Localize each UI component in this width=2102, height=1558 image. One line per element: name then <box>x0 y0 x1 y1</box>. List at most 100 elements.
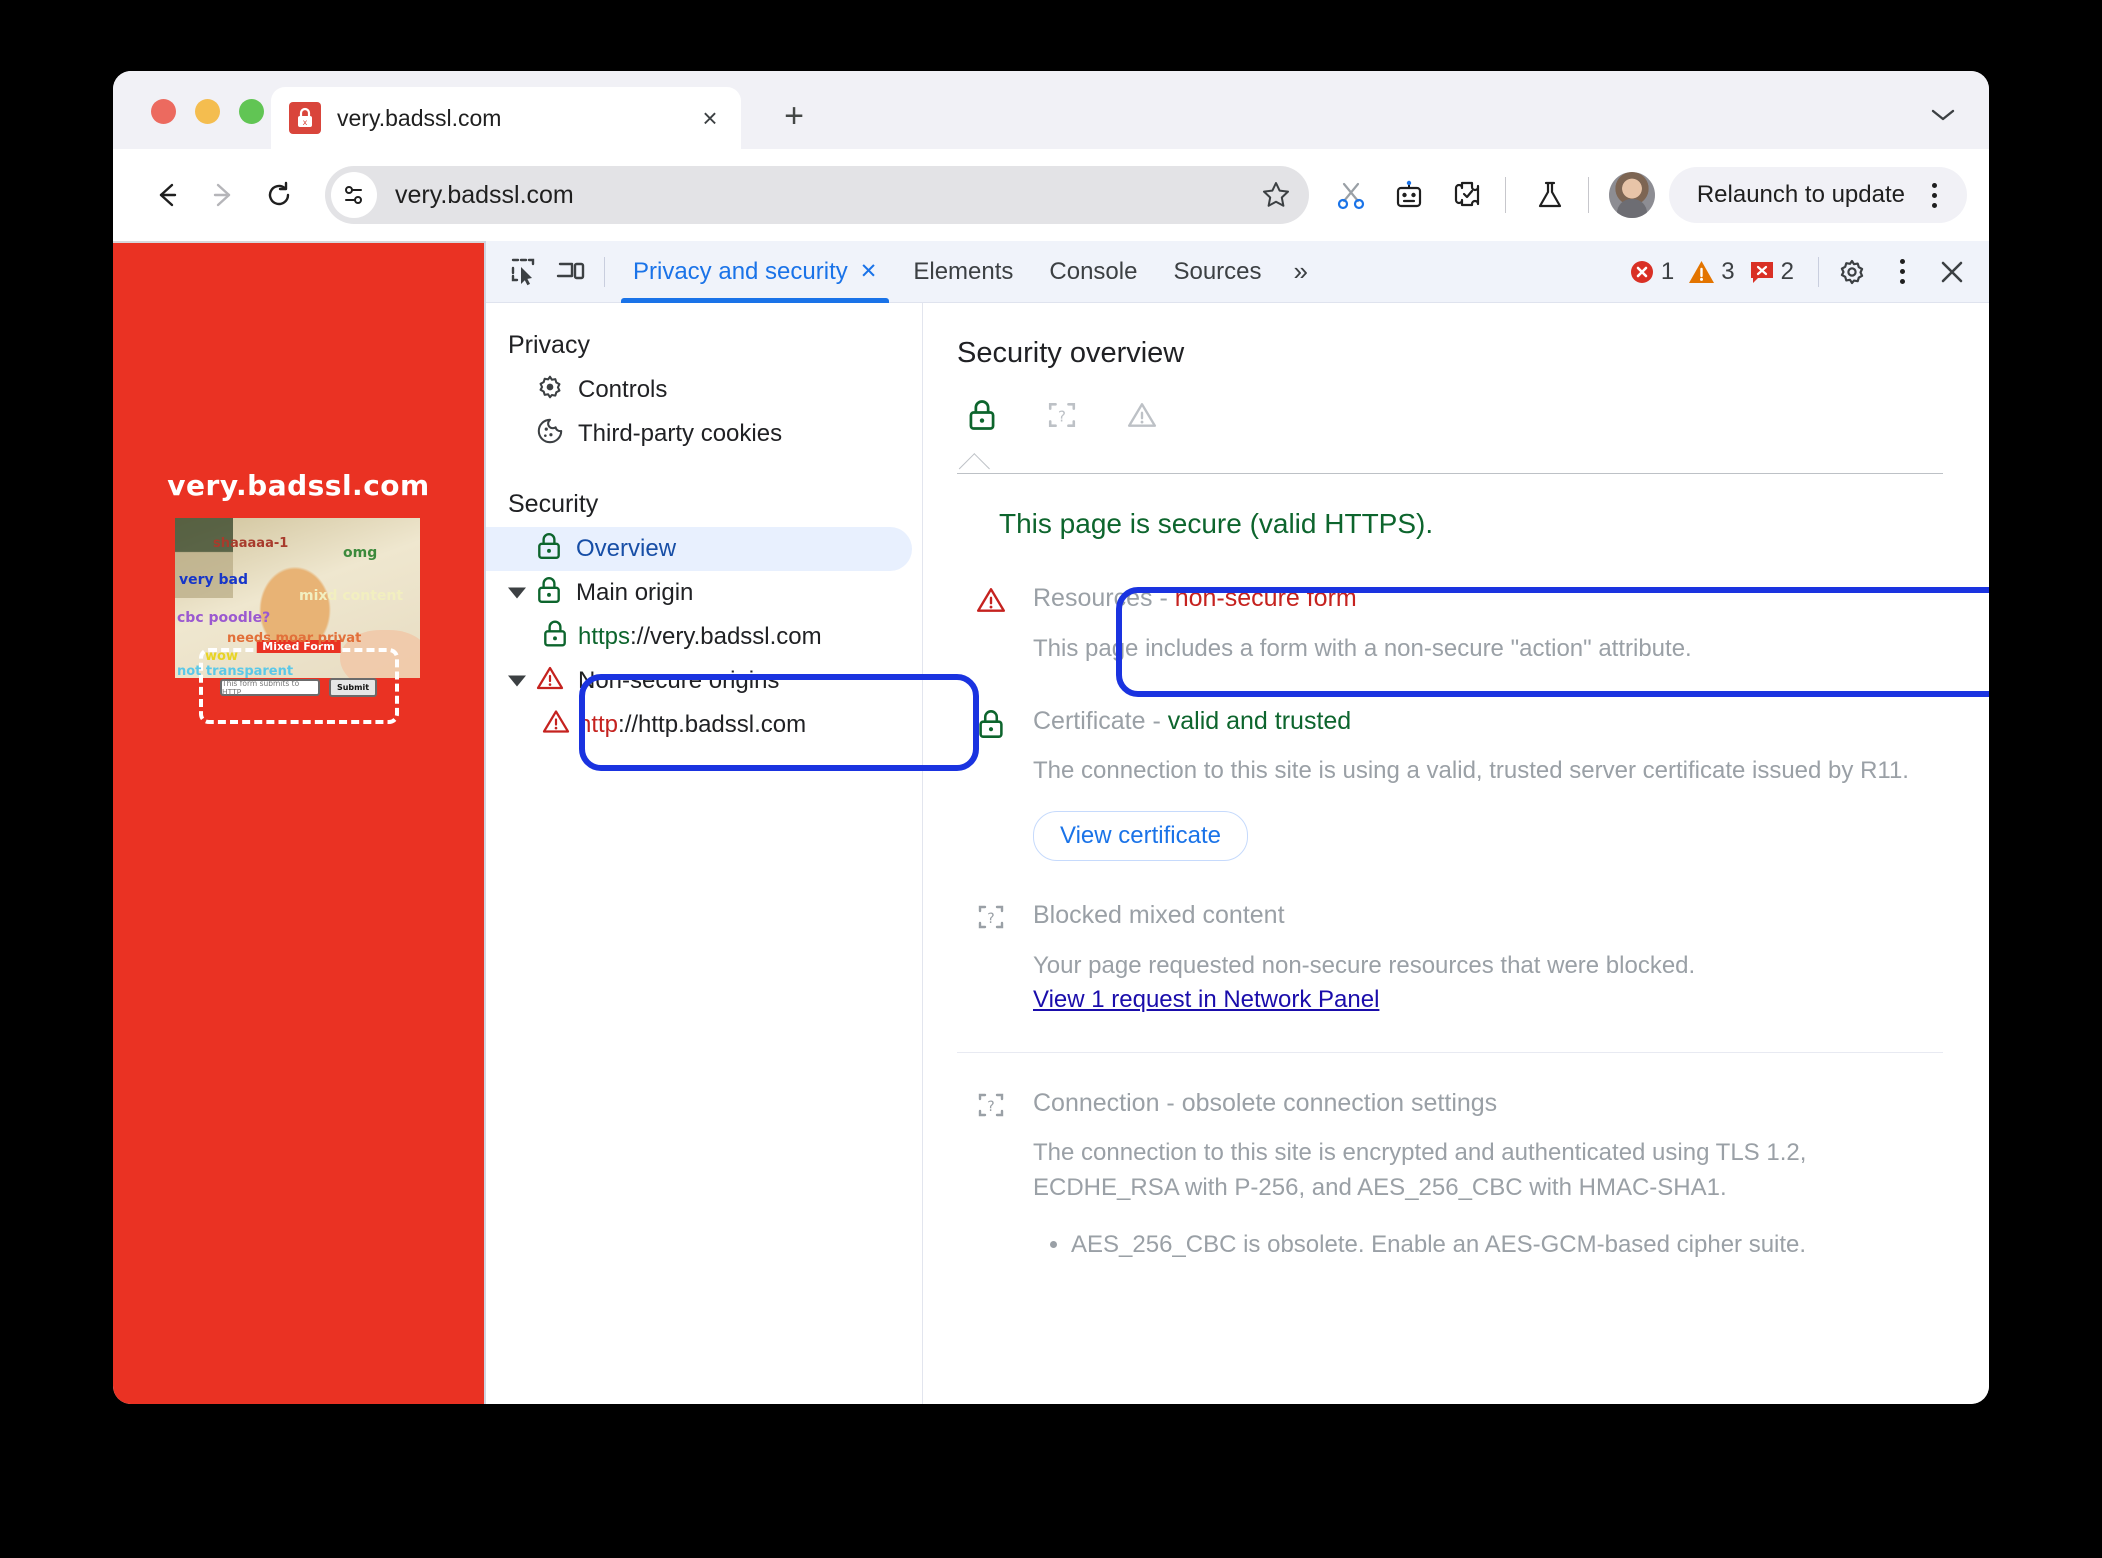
broken-lock-favicon-icon: x <box>289 102 321 134</box>
tab-console[interactable]: Console <box>1031 241 1155 303</box>
tab-label: Console <box>1049 257 1138 285</box>
lock-icon[interactable] <box>963 396 1001 434</box>
minimize-window-button[interactable] <box>195 99 220 124</box>
device-toolbar-icon[interactable] <box>548 249 594 295</box>
url-host: ://http.badssl.com <box>618 711 807 738</box>
section-title: Blocked mixed content <box>1033 901 1285 930</box>
security-summary-icons: ? <box>957 396 1943 434</box>
devtools-toolbar-divider <box>604 256 605 287</box>
section-connection[interactable]: ? Connection - obsolete connection setti… <box>957 1075 1943 1289</box>
avatar[interactable] <box>1608 172 1655 218</box>
content-region: very.badssl.com shaaaaa-1 omg very bad mixd… <box>113 241 1989 1404</box>
tab-sources[interactable]: Sources <box>1155 241 1279 303</box>
sidebar-item-non-secure-origins[interactable]: Non-secure origins <box>486 659 922 703</box>
browser-window: x very.badssl.com × + very.badssl.com Re… <box>113 71 1989 1404</box>
sidebar-item-main-origin[interactable]: Main origin <box>486 571 922 615</box>
flask-icon[interactable] <box>1524 169 1576 221</box>
cookie-icon <box>536 417 564 452</box>
back-button[interactable] <box>139 167 195 223</box>
chevron-down-icon[interactable] <box>508 675 526 687</box>
forward-button[interactable] <box>195 167 251 223</box>
view-request-in-network-panel-link[interactable]: View 1 request in Network Panel <box>1033 986 1379 1014</box>
section-certificate[interactable]: Certificate - valid and trusted The conn… <box>957 693 1943 888</box>
section-text: The connection to this site is using a v… <box>1033 757 1909 785</box>
section-divider <box>957 1051 1943 1053</box>
chrome-menu-icon[interactable] <box>1911 172 1957 218</box>
section-resources[interactable]: Resources - non-secure form This page in… <box>957 570 1943 693</box>
scissors-icon[interactable] <box>1325 169 1377 221</box>
chevron-down-icon[interactable] <box>1921 93 1965 137</box>
url-scheme: http <box>578 711 619 738</box>
tab-label: Elements <box>913 257 1014 285</box>
devtools-sidebar: Privacy Controls Third-party cookies Sec… <box>486 303 923 1404</box>
warning-icon <box>971 582 1011 667</box>
close-devtools-icon[interactable] <box>1929 249 1975 295</box>
sidebar-item-overview[interactable]: Overview <box>486 527 912 571</box>
mixed-form-submit-button[interactable]: Submit <box>329 678 377 697</box>
bookmark-star-icon[interactable] <box>1251 170 1301 220</box>
new-tab-button[interactable]: + <box>773 95 815 137</box>
address-bar-url: very.badssl.com <box>395 180 574 209</box>
warning-count: 3 <box>1721 257 1735 285</box>
sidebar-item-third-party-cookies[interactable]: Third-party cookies <box>486 412 922 456</box>
doge-word: omg <box>343 545 378 561</box>
tab-label: Sources <box>1173 257 1262 285</box>
reload-button[interactable] <box>251 167 307 223</box>
section-text: Your page requested non-secure resources… <box>1033 951 1696 979</box>
devtools-menu-icon[interactable] <box>1879 249 1925 295</box>
toolbar-divider <box>1504 177 1506 213</box>
unknown-icon[interactable]: ? <box>1043 396 1081 434</box>
more-tabs-icon[interactable]: » <box>1280 256 1322 287</box>
chevron-down-icon[interactable] <box>508 587 526 599</box>
summary-divider <box>957 444 1943 485</box>
sidebar-item-http-origin[interactable]: http://http.badssl.com <box>486 703 922 747</box>
doge-word: shaaaaa-1 <box>213 536 289 551</box>
warning-icon[interactable] <box>1123 396 1161 434</box>
doge-word: wow <box>205 649 238 664</box>
sidebar-item-label: Non-secure origins <box>578 667 780 694</box>
sidebar-item-label: Main origin <box>576 579 694 606</box>
view-certificate-button[interactable]: View certificate <box>1033 811 1248 862</box>
devtools-tabbar: Privacy and security ✕ Elements Console … <box>486 241 1989 303</box>
sidebar-group-security: Security <box>508 490 599 518</box>
robot-icon[interactable] <box>1383 169 1435 221</box>
sidebar-item-https-origin[interactable]: https://very.badssl.com <box>486 615 922 659</box>
warning-icon <box>1689 260 1715 283</box>
sidebar-item-label: Third-party cookies <box>578 420 783 447</box>
sidebar-item-controls[interactable]: Controls <box>486 368 922 412</box>
section-title: Certificate - valid and trusted <box>1033 706 1352 735</box>
svg-text:?: ? <box>987 1099 994 1115</box>
mixed-form-input[interactable]: This form submits to HTTP. <box>220 679 320 697</box>
tab-elements[interactable]: Elements <box>895 241 1031 303</box>
maximize-window-button[interactable] <box>239 99 264 124</box>
doge-word: mixd content <box>299 588 404 604</box>
window-traffic-lights <box>151 99 264 124</box>
issues-icon <box>1750 261 1773 283</box>
security-main-panel: Security overview ? This page is secure … <box>923 303 1989 1404</box>
toolbar-divider-2 <box>1587 177 1589 213</box>
site-settings-icon[interactable] <box>331 172 377 218</box>
section-status: non-secure form <box>1174 584 1357 612</box>
warning-icon <box>536 665 564 698</box>
error-counter[interactable]: 1 <box>1629 258 1674 286</box>
warning-counter[interactable]: 3 <box>1688 257 1735 286</box>
address-bar[interactable]: very.badssl.com <box>325 166 1309 224</box>
svg-text:?: ? <box>1058 407 1066 425</box>
tab-label: Privacy and security <box>633 257 848 285</box>
relaunch-to-update-button[interactable]: Relaunch to update <box>1668 167 1967 223</box>
browser-tab[interactable]: x very.badssl.com × <box>271 87 741 149</box>
section-blocked-mixed-content[interactable]: ? Blocked mixed content Your page reques… <box>957 887 1943 1040</box>
status-divider <box>1818 256 1819 287</box>
doge-word: cbc poodle? <box>177 610 271 626</box>
extensions-icon[interactable] <box>1441 169 1493 221</box>
page-heading: very.badssl.com <box>167 469 430 502</box>
url-host: ://very.badssl.com <box>630 623 822 650</box>
gear-icon[interactable] <box>1829 249 1875 295</box>
close-tab-icon[interactable]: ✕ <box>860 261 878 282</box>
issues-counter[interactable]: 2 <box>1749 258 1794 286</box>
devtools-body: Privacy Controls Third-party cookies Sec… <box>486 303 1989 1404</box>
tab-privacy-and-security[interactable]: Privacy and security ✕ <box>615 241 895 303</box>
close-window-button[interactable] <box>151 99 176 124</box>
inspect-element-icon[interactable] <box>502 249 548 295</box>
close-tab-button[interactable]: × <box>693 101 727 135</box>
